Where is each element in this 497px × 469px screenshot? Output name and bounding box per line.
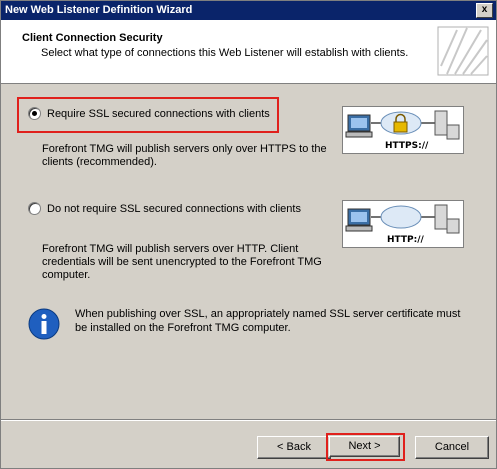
require-ssl-radio[interactable]: Require SSL secured connections with cli… <box>28 107 270 120</box>
no-ssl-label[interactable]: Do not require SSL secured connections w… <box>47 203 301 215</box>
page-subtitle: Select what type of connections this Web… <box>41 47 409 59</box>
page-title: Client Connection Security <box>22 32 163 44</box>
footer-separator <box>1 419 496 421</box>
next-button[interactable]: Next > <box>329 436 400 457</box>
radio-button-unchecked[interactable] <box>28 202 41 215</box>
back-button[interactable]: < Back <box>257 436 331 459</box>
no-ssl-radio[interactable]: Do not require SSL secured connections w… <box>28 202 301 215</box>
radio-button-checked[interactable] <box>28 107 41 120</box>
https-label: HTTPS:// <box>385 141 429 151</box>
title-bar: New Web Listener Definition Wizard x <box>1 1 496 20</box>
http-label: HTTP:// <box>387 235 424 245</box>
wizard-window: New Web Listener Definition Wizard x Cli… <box>0 0 497 469</box>
https-diagram: HTTPS:// <box>342 106 464 154</box>
window-title: New Web Listener Definition Wizard <box>5 4 193 16</box>
http-diagram: HTTP:// <box>342 200 464 248</box>
require-ssl-label[interactable]: Require SSL secured connections with cli… <box>47 108 270 120</box>
info-icon <box>28 308 60 340</box>
no-ssl-description: Forefront TMG will publish servers over … <box>42 243 322 281</box>
wizard-header: Client Connection Security Select what t… <box>1 20 496 84</box>
info-text: When publishing over SSL, an appropriate… <box>75 308 461 334</box>
wizard-banner-icon <box>437 26 489 76</box>
cancel-button[interactable]: Cancel <box>415 436 489 459</box>
require-ssl-description: Forefront TMG will publish servers only … <box>42 143 327 168</box>
close-button[interactable]: x <box>476 3 493 18</box>
